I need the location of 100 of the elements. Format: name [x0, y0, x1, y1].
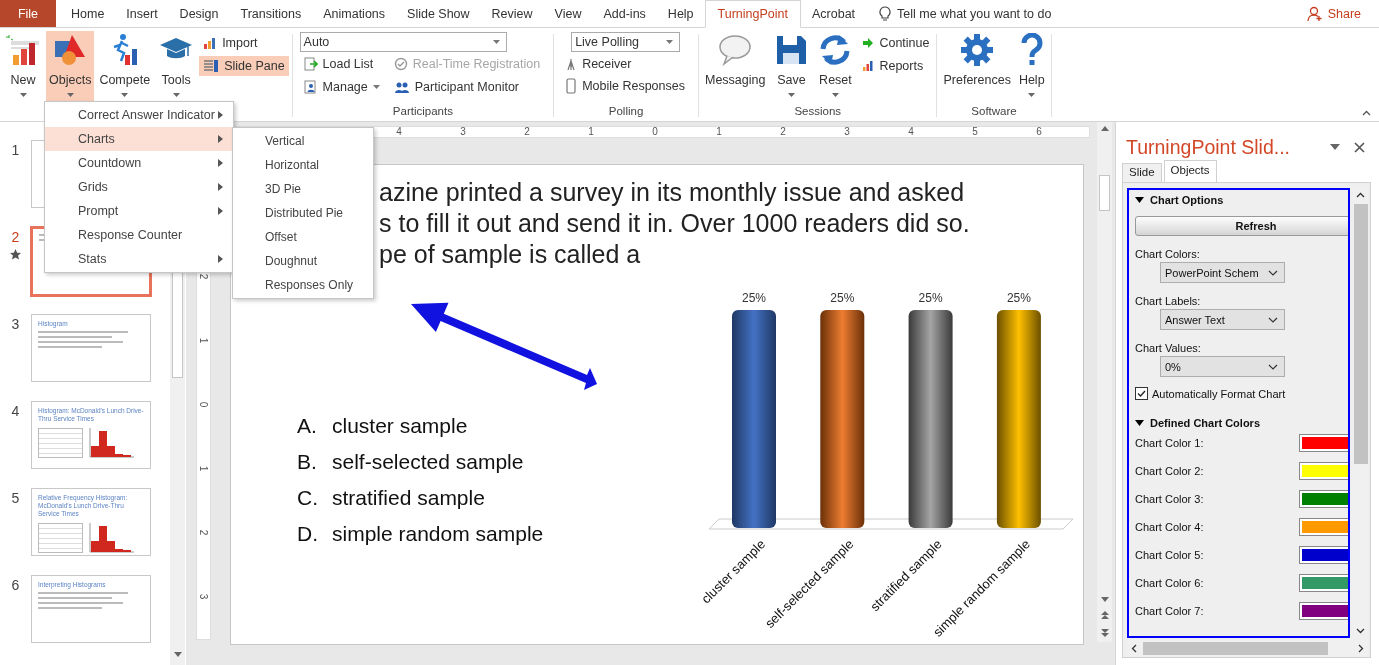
ribbon-tab[interactable]: Help — [656, 0, 705, 27]
scroll-thumb[interactable] — [1143, 642, 1328, 655]
slide-number: 3 — [11, 316, 20, 332]
scroll-down-icon[interactable] — [1100, 597, 1109, 602]
ribbon-tab[interactable]: File — [0, 0, 56, 27]
close-icon[interactable] — [1354, 141, 1365, 153]
dropdown-field[interactable]: 0% — [1160, 356, 1285, 377]
dropdown-field[interactable]: Answer Text — [1160, 309, 1285, 330]
ribbon-tab[interactable]: Design — [168, 0, 230, 27]
menu-item[interactable]: Prompt — [45, 199, 233, 223]
refresh-button[interactable]: Refresh — [1135, 216, 1348, 236]
menu-item[interactable]: Charts — [45, 127, 233, 151]
checkbox[interactable]: Automatically Format Chart — [1135, 387, 1348, 400]
menu-item[interactable]: Correct Answer Indicator — [45, 103, 233, 127]
value-label: 25% — [1006, 291, 1031, 305]
answer-text: self-selected sample — [332, 450, 524, 474]
answer-letter: B. — [297, 450, 318, 474]
menu-item[interactable]: Stats — [45, 247, 233, 271]
ribbon-button[interactable]: Tools — [155, 31, 198, 103]
speech-bubble-icon — [717, 33, 754, 67]
ruler-number: 1 — [715, 127, 723, 137]
scroll-left-icon[interactable] — [1131, 644, 1137, 653]
scroll-thumb[interactable] — [1353, 204, 1368, 464]
next-slide-icon[interactable] — [1100, 628, 1109, 638]
group-label: Polling — [607, 104, 645, 119]
caret-icon — [666, 40, 674, 44]
slide-number: 2 — [11, 229, 20, 245]
ribbon-tab[interactable]: Add-ins — [592, 0, 657, 27]
slide-number: 4 — [11, 403, 20, 419]
ribbon-button[interactable]: Receiver — [561, 54, 689, 74]
ribbon-button[interactable]: Help — [1015, 31, 1048, 103]
section-header[interactable]: Defined Chart Colors — [1135, 417, 1348, 429]
ribbon-button[interactable]: Participant Monitor — [389, 77, 545, 97]
ribbon-button[interactable]: Manage — [299, 77, 384, 97]
ribbon-button[interactable]: Slide Pane — [199, 56, 289, 76]
ribbon-button[interactable]: Compete — [96, 31, 154, 103]
menu-item[interactable]: Responses Only — [233, 273, 373, 297]
mini-table — [38, 523, 83, 553]
ribbon-tab[interactable]: Acrobat — [801, 0, 867, 27]
antenna-icon — [565, 57, 578, 71]
ribbon-button[interactable]: Mobile Responses — [561, 76, 689, 96]
scroll-down-icon[interactable] — [173, 652, 182, 657]
check-circle-icon — [393, 57, 408, 71]
ribbon-button[interactable]: Objects — [46, 31, 95, 103]
dropdown-field[interactable]: PowerPoint Schem — [1160, 262, 1285, 283]
ribbon-button[interactable]: Preferences — [940, 31, 1014, 103]
ribbon-tab[interactable]: Review — [480, 0, 544, 27]
ribbon-button[interactable]: Import — [199, 33, 289, 53]
ribbon-tab[interactable]: Insert — [115, 0, 169, 27]
ribbon-tab[interactable]: Home — [60, 0, 116, 27]
ribbon-tab[interactable]: Transitions — [229, 0, 313, 27]
ruler-number: 3 — [843, 127, 851, 137]
share-button[interactable]: Share — [1306, 0, 1361, 27]
section-header[interactable]: Chart Options — [1135, 194, 1348, 206]
polling-mode-dropdown[interactable]: Live Polling — [571, 32, 681, 52]
ribbon-tab[interactable]: Slide Show — [396, 0, 481, 27]
color-label: Chart Color 5: — [1135, 549, 1205, 561]
color-label: Chart Color 1: — [1135, 437, 1205, 449]
menu-item[interactable]: Grids — [45, 175, 233, 199]
menu-item[interactable]: Horizontal — [233, 153, 373, 177]
menu-item[interactable]: Doughnut — [233, 249, 373, 273]
scroll-up-icon[interactable] — [1100, 126, 1109, 131]
tell-me-search[interactable]: Tell me what you want to do — [897, 6, 1052, 21]
person-plus-icon — [1306, 5, 1323, 22]
menu-item[interactable]: Distributed Pie — [233, 201, 373, 225]
chevron-down-icon — [1268, 316, 1278, 323]
collapse-ribbon-icon[interactable] — [1362, 110, 1371, 116]
ribbon-button[interactable]: New — [2, 31, 44, 103]
mini-histogram — [89, 428, 134, 458]
menu-item[interactable]: Offset — [233, 225, 373, 249]
scroll-thumb[interactable] — [1099, 175, 1110, 211]
ruler-number: 2 — [198, 273, 209, 279]
scroll-down-icon[interactable] — [1356, 628, 1365, 634]
pane-tab[interactable]: Objects — [1163, 160, 1217, 182]
ribbon-button[interactable]: Messaging — [702, 31, 769, 103]
ribbon-tab[interactable]: Animations — [312, 0, 397, 27]
ruler-number: 2 — [198, 529, 209, 535]
ribbon-tab[interactable]: View — [543, 0, 593, 27]
dropdown-caret-icon[interactable] — [1330, 144, 1340, 150]
ribbon-tab[interactable]: TurningPoint — [704, 0, 801, 28]
scroll-right-icon[interactable] — [1358, 644, 1364, 653]
ribbon-button[interactable]: Save — [770, 31, 813, 103]
slide-number: 6 — [11, 577, 20, 593]
ribbon-button[interactable]: Load List — [299, 54, 384, 74]
ribbon-button[interactable]: Reports — [858, 56, 934, 76]
pane-tab[interactable]: Slide — [1122, 163, 1162, 182]
scrollbar[interactable] — [1097, 122, 1112, 642]
ribbon-button[interactable]: Reset — [814, 31, 857, 103]
menu-item[interactable]: 3D Pie — [233, 177, 373, 201]
ribbon-button[interactable]: Continue — [858, 33, 934, 53]
previous-slide-icon[interactable] — [1100, 610, 1109, 620]
menu-item[interactable]: Countdown — [45, 151, 233, 175]
participant-list-dropdown[interactable]: Auto — [299, 32, 507, 52]
mini-histogram — [89, 523, 134, 553]
menu-item[interactable]: Vertical — [233, 129, 373, 153]
answer-letter: D. — [297, 522, 319, 546]
color-label: Chart Color 4: — [1135, 521, 1205, 533]
caret-icon — [492, 40, 500, 44]
scroll-up-icon[interactable] — [1356, 192, 1365, 198]
menu-item[interactable]: Response Counter — [45, 223, 233, 247]
